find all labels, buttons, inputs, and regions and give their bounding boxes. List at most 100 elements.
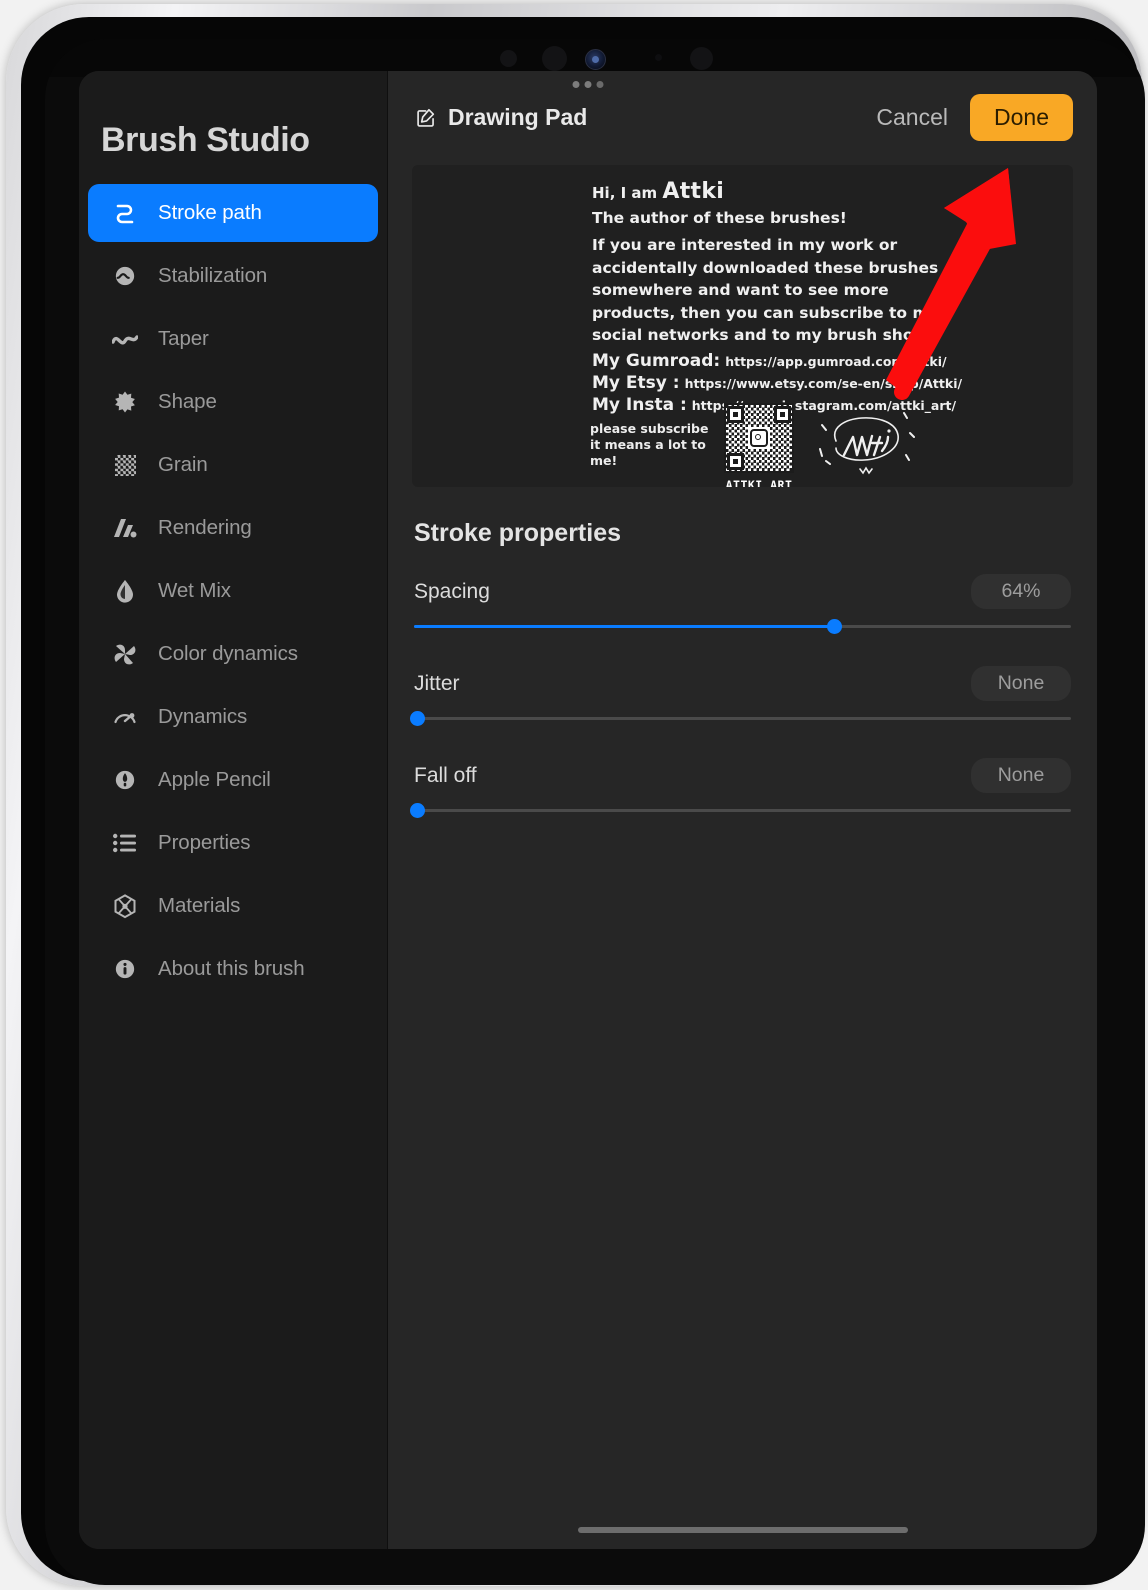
tablet-device-frame: Brush Studio Stroke path bbox=[6, 4, 1142, 1586]
cancel-button[interactable]: Cancel bbox=[876, 104, 948, 131]
link-row: My Gumroad: https://app.gumroad.com/attk… bbox=[592, 351, 1073, 371]
slider-track-fall-off[interactable] bbox=[414, 809, 1071, 812]
sidebar-item-label: Rendering bbox=[158, 516, 252, 540]
sidebar-item-label: Taper bbox=[158, 327, 209, 351]
author-signature bbox=[814, 403, 919, 483]
sidebar-item-label: Apple Pencil bbox=[158, 768, 271, 792]
home-indicator[interactable] bbox=[578, 1527, 908, 1533]
link-url: https://www.etsy.com/se-en/shop/Attki/ bbox=[685, 376, 962, 391]
sidebar-item-shape[interactable]: Shape bbox=[88, 373, 378, 431]
header-title-label: Drawing Pad bbox=[448, 104, 587, 131]
properties-icon bbox=[110, 833, 140, 853]
content-header: Drawing Pad Cancel Done bbox=[388, 71, 1097, 163]
camera-lens-inner bbox=[592, 56, 599, 63]
front-camera-icon bbox=[585, 49, 606, 70]
slider-value-jitter[interactable]: None bbox=[971, 666, 1071, 701]
slider-track-spacing[interactable] bbox=[414, 625, 1071, 628]
note-body-line: social networks and to my brush shop bbox=[592, 325, 1073, 346]
apple-pencil-icon bbox=[110, 769, 140, 791]
sidebar-item-label: Color dynamics bbox=[158, 642, 298, 666]
slider-thumb-fall-off[interactable] bbox=[410, 803, 425, 818]
done-button[interactable]: Done bbox=[970, 94, 1073, 141]
link-label: My Etsy : bbox=[592, 373, 680, 393]
link-label: My Gumroad: bbox=[592, 351, 720, 371]
rendering-icon bbox=[110, 518, 140, 538]
slider-label: Spacing bbox=[414, 580, 490, 604]
drawing-pad-preview[interactable]: Hi, I am Attki The author of these brush… bbox=[412, 165, 1073, 487]
slider-row-spacing: Spacing 64% bbox=[414, 574, 1071, 628]
sidebar-item-materials[interactable]: Materials bbox=[88, 877, 378, 935]
sidebar-item-label: Dynamics bbox=[158, 705, 247, 729]
sensor-dot-left bbox=[500, 50, 517, 67]
slider-label: Jitter bbox=[414, 672, 460, 696]
sidebar-item-label: Materials bbox=[158, 894, 240, 918]
sidebar-item-color-dynamics[interactable]: Color dynamics bbox=[88, 625, 378, 683]
slider-value-fall-off[interactable]: None bbox=[971, 758, 1071, 793]
wet-mix-icon bbox=[110, 579, 140, 603]
sidebar-item-taper[interactable]: Taper bbox=[88, 310, 378, 368]
qr-eye-tr bbox=[774, 406, 791, 423]
sidebar-nav-list: Stroke path Stabilization bbox=[79, 184, 387, 998]
note-body-line: If you are interested in my work or bbox=[592, 235, 1073, 256]
slider-header: Spacing 64% bbox=[414, 574, 1071, 609]
content-panel: Drawing Pad Cancel Done Hi, I am bbox=[388, 71, 1097, 1549]
sidebar-item-rendering[interactable]: Rendering bbox=[88, 499, 378, 557]
slider-header: Fall off None bbox=[414, 758, 1071, 793]
slider-thumb-jitter[interactable] bbox=[410, 711, 425, 726]
grabber-dot bbox=[597, 81, 604, 88]
brush-author-note: Hi, I am Attki The author of these brush… bbox=[592, 179, 1073, 417]
subscribe-message: please subscribe it means a lot to me! bbox=[590, 403, 710, 469]
stroke-path-icon bbox=[110, 201, 140, 225]
sidebar-item-grain[interactable]: Grain bbox=[88, 436, 378, 494]
sidebar-item-stroke-path[interactable]: Stroke path bbox=[88, 184, 378, 242]
note-subtitle: The author of these brushes! bbox=[592, 209, 1073, 227]
slider-value-spacing[interactable]: 64% bbox=[971, 574, 1071, 609]
sensor-dot-mid bbox=[542, 46, 567, 71]
sidebar-item-label: Wet Mix bbox=[158, 579, 231, 603]
slider-fill bbox=[414, 625, 834, 628]
note-body-line: somewhere and want to see more bbox=[592, 280, 1073, 301]
taper-icon bbox=[110, 330, 140, 348]
subscribe-block: please subscribe it means a lot to me! A… bbox=[590, 403, 919, 487]
materials-icon bbox=[110, 894, 140, 919]
sidebar-item-apple-pencil[interactable]: Apple Pencil bbox=[88, 751, 378, 809]
page-title: Brush Studio bbox=[79, 103, 387, 184]
note-body-line: accidentally downloaded these brushes bbox=[592, 258, 1073, 279]
sidebar: Brush Studio Stroke path bbox=[79, 71, 388, 1549]
screenshot-root: Brush Studio Stroke path bbox=[0, 0, 1148, 1590]
note-body-line: products, then you can subscribe to my bbox=[592, 303, 1073, 324]
instagram-qr-code-icon bbox=[724, 403, 794, 473]
qr-eye-tl bbox=[727, 406, 744, 423]
sidebar-item-about-this-brush[interactable]: About this brush bbox=[88, 940, 378, 998]
sidebar-item-stabilization[interactable]: Stabilization bbox=[88, 247, 378, 305]
slider-thumb-spacing[interactable] bbox=[827, 619, 842, 634]
qr-caption: ATTKI_ART bbox=[724, 478, 794, 487]
link-row: My Etsy : https://www.etsy.com/se-en/sho… bbox=[592, 373, 1073, 393]
sidebar-item-label: Stroke path bbox=[158, 201, 262, 225]
stabilization-icon bbox=[110, 265, 140, 287]
modal-drag-handle[interactable] bbox=[573, 81, 604, 88]
qr-code-block: ATTKI_ART bbox=[724, 403, 794, 487]
device-screen: Brush Studio Stroke path bbox=[45, 39, 1145, 1585]
link-url: https://app.gumroad.com/attki/ bbox=[725, 354, 946, 369]
sidebar-item-dynamics[interactable]: Dynamics bbox=[88, 688, 378, 746]
grabber-dot bbox=[585, 81, 592, 88]
grain-icon bbox=[110, 455, 140, 476]
slider-row-jitter: Jitter None bbox=[414, 666, 1071, 720]
color-dynamics-icon bbox=[110, 642, 140, 666]
brush-studio-modal: Brush Studio Stroke path bbox=[79, 71, 1097, 1549]
shape-icon bbox=[110, 390, 140, 414]
device-bezel: Brush Studio Stroke path bbox=[21, 17, 1139, 1581]
sidebar-item-label: Grain bbox=[158, 453, 208, 477]
slider-track-jitter[interactable] bbox=[414, 717, 1071, 720]
sidebar-item-wet-mix[interactable]: Wet Mix bbox=[88, 562, 378, 620]
drawing-pad-title: Drawing Pad bbox=[416, 104, 587, 131]
dynamics-icon bbox=[110, 705, 140, 729]
sidebar-item-label: Stabilization bbox=[158, 264, 267, 288]
sensor-dot-tiny bbox=[655, 54, 662, 61]
slider-header: Jitter None bbox=[414, 666, 1071, 701]
grabber-dot bbox=[573, 81, 580, 88]
sidebar-item-label: Properties bbox=[158, 831, 250, 855]
sidebar-item-properties[interactable]: Properties bbox=[88, 814, 378, 872]
note-greeting: Hi, I am Attki bbox=[592, 179, 1073, 204]
